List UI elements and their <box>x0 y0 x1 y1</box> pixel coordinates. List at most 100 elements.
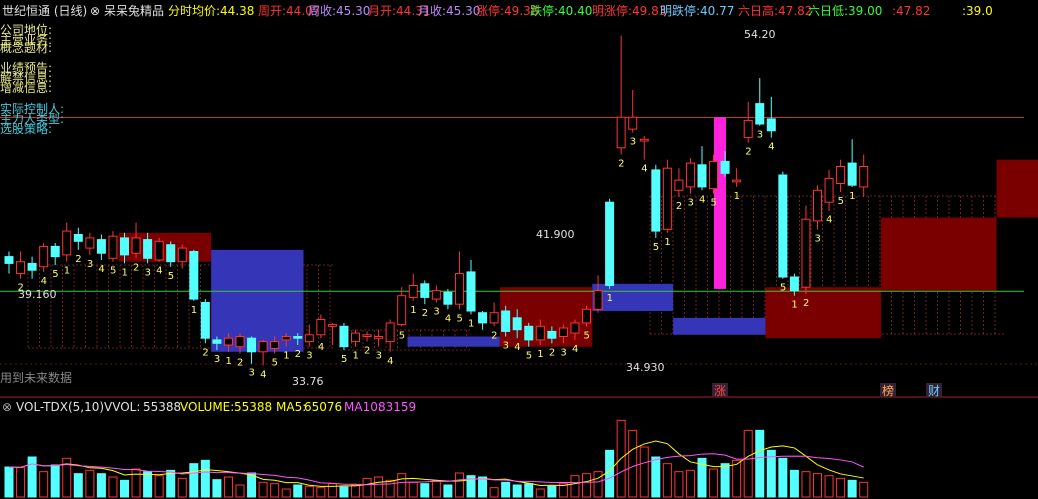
volume-bar-74 <box>859 481 869 498</box>
zone-box-7 <box>881 217 997 291</box>
candle-body-15 <box>177 247 187 263</box>
volume-bar-29 <box>339 486 349 498</box>
candle-count-label-55: 4 <box>641 164 647 175</box>
candle-count-label-11: 2 <box>133 262 139 273</box>
volume-bar-26 <box>304 485 314 498</box>
volume-bar-57 <box>662 463 672 498</box>
ma10-label: MA10: <box>344 400 382 414</box>
volume-bar-19 <box>223 476 233 498</box>
candle-body-58 <box>674 179 684 191</box>
candle-body-73 <box>847 162 857 186</box>
candle-body-21 <box>247 337 257 353</box>
candle-count-label-6: 2 <box>75 254 81 265</box>
candle-body-39 <box>454 273 464 305</box>
candle-count-label-37: 3 <box>433 307 439 318</box>
volume-bar-67 <box>778 457 788 498</box>
candle-count-label-40: 1 <box>468 318 474 329</box>
candle-count-label-66: 4 <box>768 142 774 153</box>
volume-bar-28 <box>327 483 337 498</box>
volume-bar-51 <box>593 471 603 498</box>
candle-body-71 <box>824 177 834 203</box>
candle-body-26 <box>304 334 314 343</box>
candle-body-30 <box>351 332 360 343</box>
volume-bar-3 <box>39 471 49 498</box>
candle-body-66 <box>766 118 776 132</box>
volume-indicator-name[interactable]: VOL-TDX(5,10) <box>16 400 104 414</box>
volume-bar-63 <box>732 459 742 498</box>
candle-body-29 <box>339 325 349 348</box>
candle-count-label-73: 1 <box>849 191 855 202</box>
candle-count-label-53: 2 <box>618 159 624 170</box>
volume-bar-39 <box>454 472 464 498</box>
volume-bar-6 <box>73 473 83 498</box>
candle-body-32 <box>374 336 384 339</box>
candle-count-label-69: 2 <box>803 298 809 309</box>
volume-bar-22 <box>258 481 268 498</box>
candle-body-41 <box>478 312 488 324</box>
candle-count-label-50: 5 <box>584 330 590 341</box>
volume-bar-27 <box>316 487 326 498</box>
volume-bar-38 <box>443 484 453 498</box>
volume-bar-70 <box>813 473 822 498</box>
volume-bar-71 <box>824 475 834 498</box>
volume-bar-17 <box>200 459 210 498</box>
candle-count-label-61: 5 <box>711 198 717 209</box>
candle-count-label-52: 1 <box>607 293 613 304</box>
price-label-low2: 34.930 <box>626 361 665 374</box>
volume-bar-23 <box>270 483 280 498</box>
volume-bar-4 <box>50 464 60 498</box>
candlestick-chart[interactable]: 245 12 3 4 5 1 2 3 4 5123 1 23 451 2 345 1 2 3 451 2 34 5 123 4… <box>0 0 1038 499</box>
candle-count-label-7: 3 <box>87 259 93 270</box>
volume-bar-10 <box>120 479 129 498</box>
candle-body-72 <box>836 166 846 184</box>
candle-count-label-34: 5 <box>399 330 405 341</box>
candle-body-50 <box>582 308 591 324</box>
volume-bar-69 <box>801 471 811 498</box>
candle-count-label-29: 5 <box>341 354 347 365</box>
volume-bar-32 <box>374 476 384 498</box>
volume-bar-0 <box>4 466 14 498</box>
candle-body-69 <box>801 218 811 288</box>
candle-body-24 <box>281 336 291 341</box>
volume-bar-72 <box>836 477 846 498</box>
candle-count-label-20: 2 <box>237 358 243 369</box>
candle-body-4 <box>50 245 60 258</box>
ma5-value: 65076 <box>304 400 343 414</box>
candle-body-62 <box>720 160 730 174</box>
candle-body-65 <box>755 103 765 125</box>
candle-body-16 <box>189 251 199 300</box>
volume-value: 55388 <box>234 400 273 414</box>
candle-body-52 <box>605 201 615 286</box>
ma10-value: 83159 <box>378 400 417 414</box>
candle-body-14 <box>166 244 176 263</box>
candle-body-68 <box>789 276 799 292</box>
candle-count-label-16: 1 <box>191 305 197 316</box>
candle-count-label-31: 2 <box>364 346 370 357</box>
volume-bar-12 <box>143 471 153 498</box>
candle-body-1 <box>16 261 26 275</box>
zone-box-4 <box>592 283 674 311</box>
volume-bar-68 <box>789 469 799 498</box>
candle-body-59 <box>685 162 695 188</box>
candle-body-45 <box>524 325 534 341</box>
volume-bar-61 <box>709 468 719 498</box>
marker-text-2: 财 <box>928 384 940 398</box>
volume-toggle-icon[interactable]: ⊗ <box>2 400 12 414</box>
candle-body-61 <box>709 160 719 190</box>
volume-bar-41 <box>478 476 488 498</box>
volume-bar-56 <box>651 456 661 498</box>
candle-body-36 <box>420 283 430 298</box>
volume-bar-62 <box>720 463 730 498</box>
volume-bar-35 <box>408 481 418 498</box>
candle-body-55 <box>639 138 649 142</box>
candle-count-label-21: 3 <box>249 368 255 379</box>
candle-body-12 <box>143 239 153 259</box>
volume-bar-9 <box>108 476 118 498</box>
volume-label: VOLUME: <box>180 400 235 414</box>
candle-count-label-59: 3 <box>687 198 693 209</box>
candle-body-63 <box>732 179 742 183</box>
candle-count-label-19: 1 <box>225 356 231 367</box>
candle-body-19 <box>223 337 233 346</box>
candle-body-57 <box>662 167 672 230</box>
candle-body-60 <box>697 164 707 188</box>
